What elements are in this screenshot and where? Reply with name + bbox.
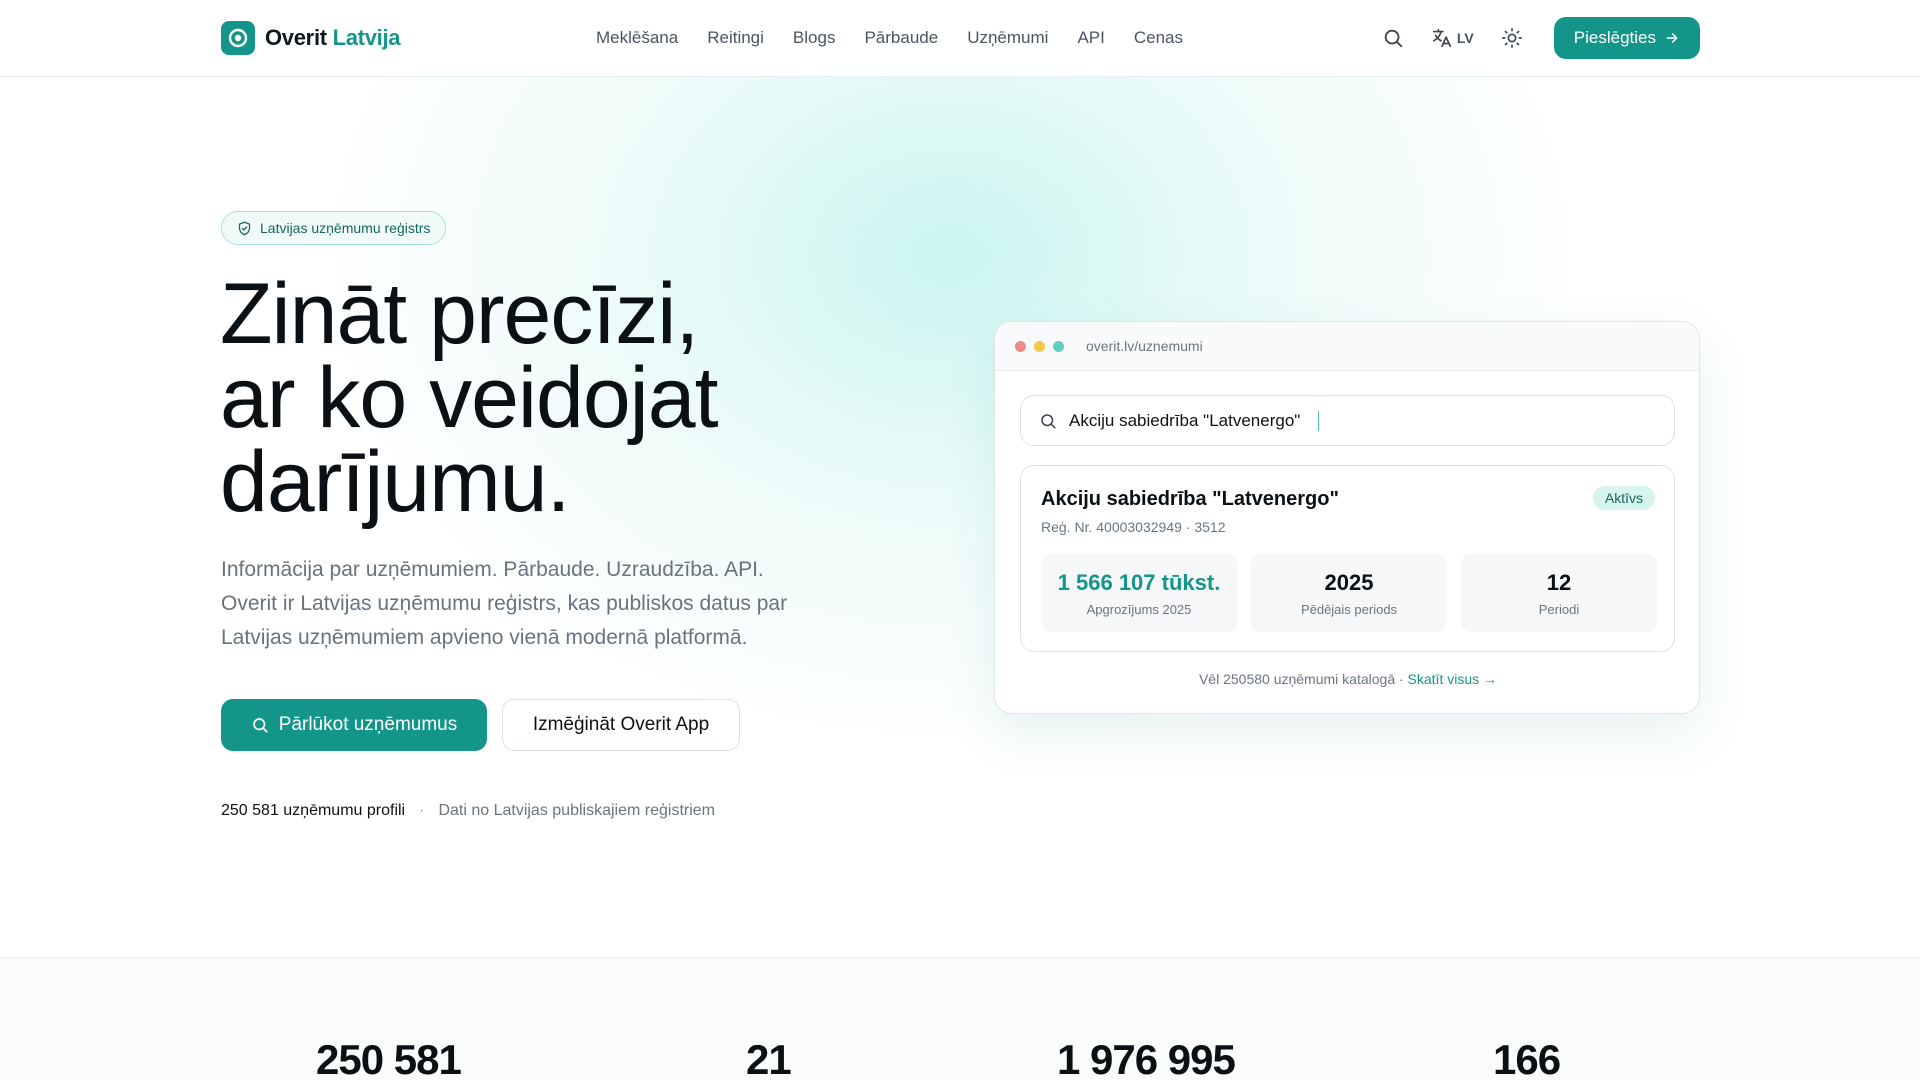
search-button[interactable] [1373,17,1413,59]
company-metrics: 1 566 107 tūkst. Apgrozījums 2025 2025 P… [1041,554,1657,632]
logo-icon [221,21,255,55]
metric-value: 2025 [1324,569,1374,595]
nav-item-pricing[interactable]: Cenas [1134,28,1183,48]
stat-value: 166 [1493,1036,1561,1080]
metric-revenue: 1 566 107 tūkst. Apgrozījums 2025 [1041,554,1237,632]
nav-item-search[interactable]: Meklēšana [596,28,678,48]
stats-section: 250 581 21 1 976 995 166 [0,957,1920,1080]
nav-item-companies[interactable]: Uzņēmumi [967,28,1048,48]
window-dot-red [1015,340,1026,352]
language-code: LV [1456,30,1474,46]
window-dot-green [1053,340,1064,352]
shield-check-icon [238,221,251,235]
search-value: Akciju sabiedrība "Latvenergo" [1069,410,1301,430]
stat-value: 1 976 995 [1057,1036,1236,1080]
data-source-note: Dati no Latvijas publiskajiem reģistriem [438,802,715,819]
hero-description: Informācija par uzņēmumiem. Pārbaude. Uz… [221,553,841,655]
status-badge: Aktīvs [1592,486,1655,510]
nav-item-check[interactable]: Pārbaude [864,28,938,48]
logo-name: Overit [265,25,327,50]
site-header: Overit Latvija Meklēšana Reitingi Blogs … [0,0,1920,77]
nav-item-blog[interactable]: Blogs [793,28,836,48]
metric-periods: 12 Periodi [1461,554,1657,632]
logo-accent: Latvija [332,25,401,50]
catalog-footer: Vēl 250580 uzņēmumi katalogā · Skatīt vi… [995,671,1699,687]
registry-badge: Latvijas uzņēmumu reģistrs [221,211,447,245]
search-icon [252,718,268,733]
meta-separator: · [419,802,425,819]
logo-text: Overit Latvija [265,25,401,51]
stat-value: 21 [746,1036,792,1080]
hero-title-line: Zināt precīzi, [220,266,699,362]
logo[interactable]: Overit Latvija [221,21,401,55]
hero-desc-line: Overit ir Latvijas uzņēmumu reģistrs, ka… [221,592,788,615]
nav-item-api[interactable]: API [1077,28,1104,48]
view-all-link[interactable]: Skatīt visus → [1408,671,1497,687]
browse-companies-button[interactable]: Pārlūkot uzņēmumus [221,699,487,751]
metric-value: 1 566 107 tūkst. [1057,569,1221,595]
hero-desc-line: Latvijas uzņēmumiem apvieno vienā modern… [221,626,748,649]
company-reg-number: Reģ. Nr. 40003032949 · 3512 [1041,519,1226,535]
login-label: Pieslēgties [1573,28,1656,47]
hero-title-line: ar ko veidojat [220,350,719,446]
hero-title: Zināt precīzi, ar ko veidojat darījumu. [220,266,920,530]
browser-toolbar: overit.lv/uznemumi [995,322,1699,371]
hero-desc-line: Informācija par uzņēmumiem. Pārbaude. Uz… [221,558,764,581]
search-icon [1041,413,1056,428]
browse-companies-label: Pārlūkot uzņēmumus [278,714,458,735]
metric-label: Periodi [1538,601,1580,617]
catalog-count-text: Vēl 250580 uzņēmumi katalogā · [1198,671,1404,687]
try-app-button[interactable]: Izmēģināt Overit App [502,699,740,751]
text-caret [1318,410,1320,431]
sun-icon [1501,28,1522,48]
nav-item-ratings[interactable]: Reitingi [707,28,764,48]
window-dot-yellow [1034,340,1045,352]
browser-preview: overit.lv/uznemumi Akciju sabiedrība "La… [994,321,1700,714]
translate-icon [1432,28,1451,48]
theme-toggle[interactable] [1492,17,1532,59]
window-dots [1015,340,1064,352]
hero-meta: 250 581 uzņēmumu profili · Dati no Latvi… [221,802,715,820]
company-result-card[interactable]: Akciju sabiedrība "Latvenergo" Reģ. Nr. … [1020,465,1675,652]
company-profile-count: 250 581 uzņēmumu profili [221,802,406,819]
metric-last-period: 2025 Pēdējais periods [1251,554,1447,632]
stat-value: 250 581 [316,1036,462,1080]
metric-label: Apgrozījums 2025 [1086,601,1192,617]
arrow-right-icon [1666,33,1678,43]
login-button[interactable]: Pieslēgties [1553,17,1700,59]
main-nav: Meklēšana Reitingi Blogs Pārbaude Uzņēmu… [596,28,1183,48]
search-icon [1384,29,1403,48]
try-app-label: Izmēģināt Overit App [532,714,710,735]
language-switcher[interactable]: LV [1431,27,1474,49]
browser-url: overit.lv/uznemumi [1086,338,1203,354]
company-search-input[interactable]: Akciju sabiedrība "Latvenergo" [1020,395,1675,446]
company-name: Akciju sabiedrība "Latvenergo" [1041,488,1339,510]
metric-label: Pēdējais periods [1300,601,1398,617]
badge-label: Latvijas uzņēmumu reģistrs [260,220,431,236]
header-actions: LV Pieslēgties [1373,17,1700,59]
hero-title-line: darījumu. [220,434,571,530]
metric-value: 12 [1546,569,1572,595]
